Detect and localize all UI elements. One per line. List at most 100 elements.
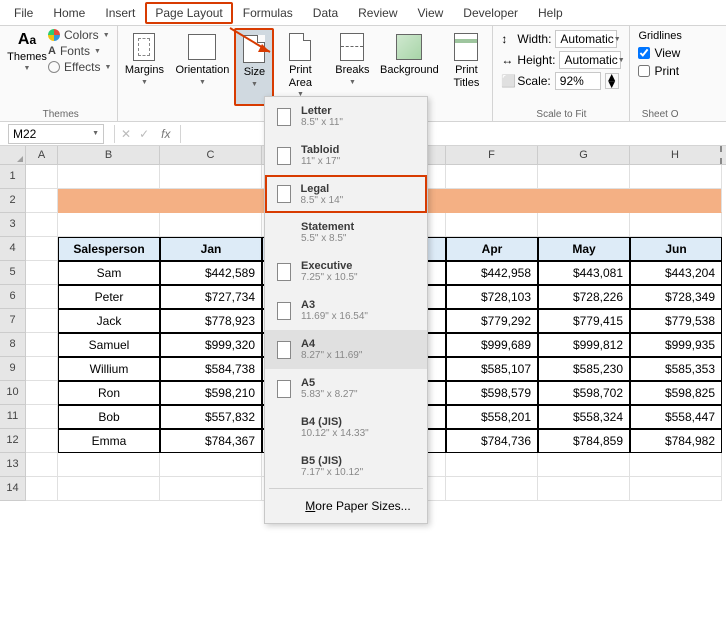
cell[interactable]: $784,736 bbox=[446, 429, 538, 453]
cell[interactable]: Jack bbox=[58, 309, 160, 333]
effects-button[interactable]: Effects▼ bbox=[48, 60, 111, 74]
cell[interactable]: Ron bbox=[58, 381, 160, 405]
cell[interactable]: $443,204 bbox=[630, 261, 722, 285]
cell[interactable] bbox=[26, 261, 58, 285]
paper-size-a3[interactable]: A311.69" x 16.54" bbox=[265, 291, 427, 330]
cell[interactable]: $728,349 bbox=[630, 285, 722, 309]
height-select[interactable]: Automatic▼ bbox=[559, 51, 621, 69]
paper-size-legal[interactable]: Legal8.5" x 14" bbox=[265, 175, 427, 213]
menu-view[interactable]: View bbox=[408, 2, 454, 24]
row-header[interactable]: 11 bbox=[0, 405, 26, 429]
cell[interactable] bbox=[58, 213, 160, 237]
cell[interactable]: $999,320 bbox=[160, 333, 262, 357]
cell[interactable] bbox=[160, 189, 262, 213]
cell[interactable]: $598,579 bbox=[446, 381, 538, 405]
select-all[interactable] bbox=[0, 146, 26, 164]
cell[interactable] bbox=[446, 165, 538, 189]
cell[interactable]: $728,226 bbox=[538, 285, 630, 309]
col-header-B[interactable]: B bbox=[58, 146, 160, 164]
cell[interactable] bbox=[26, 477, 58, 501]
cell[interactable]: $443,081 bbox=[538, 261, 630, 285]
cell[interactable]: $778,923 bbox=[160, 309, 262, 333]
row-header[interactable]: 14 bbox=[0, 477, 26, 501]
col-header-F[interactable]: F bbox=[446, 146, 538, 164]
cell[interactable]: Peter bbox=[58, 285, 160, 309]
breaks-button[interactable]: Breaks ▼ bbox=[326, 28, 378, 106]
cell[interactable]: Willium bbox=[58, 357, 160, 381]
scale-input[interactable]: 92% bbox=[555, 72, 601, 90]
menu-developer[interactable]: Developer bbox=[453, 2, 528, 24]
cell[interactable] bbox=[26, 357, 58, 381]
cell[interactable]: Salesperson bbox=[58, 237, 160, 261]
cell[interactable]: Bob bbox=[58, 405, 160, 429]
fonts-button[interactable]: AFonts▼ bbox=[48, 44, 111, 58]
cell[interactable] bbox=[26, 189, 58, 213]
cell[interactable]: $598,825 bbox=[630, 381, 722, 405]
cell[interactable] bbox=[160, 213, 262, 237]
cell[interactable] bbox=[26, 285, 58, 309]
cell[interactable] bbox=[538, 477, 630, 501]
cell[interactable]: Jan bbox=[160, 237, 262, 261]
cell[interactable]: Emma bbox=[58, 429, 160, 453]
col-header-C[interactable]: C bbox=[160, 146, 262, 164]
cell[interactable] bbox=[26, 405, 58, 429]
cell[interactable] bbox=[630, 165, 722, 189]
row-header[interactable]: 13 bbox=[0, 453, 26, 477]
name-box[interactable]: M22▼ bbox=[8, 124, 104, 144]
col-header-A[interactable]: A bbox=[26, 146, 58, 164]
cell[interactable]: $779,292 bbox=[446, 309, 538, 333]
row-header[interactable]: 9 bbox=[0, 357, 26, 381]
cell[interactable]: $585,353 bbox=[630, 357, 722, 381]
row-header[interactable]: 12 bbox=[0, 429, 26, 453]
cell[interactable]: $999,812 bbox=[538, 333, 630, 357]
size-button[interactable]: Size ▼ bbox=[234, 28, 274, 106]
paper-size-tabloid[interactable]: Tabloid11" x 17" bbox=[265, 136, 427, 175]
cell[interactable]: $999,935 bbox=[630, 333, 722, 357]
menu-data[interactable]: Data bbox=[303, 2, 348, 24]
cell[interactable]: $779,538 bbox=[630, 309, 722, 333]
row-header[interactable]: 3 bbox=[0, 213, 26, 237]
cell[interactable] bbox=[58, 189, 160, 213]
row-header[interactable]: 6 bbox=[0, 285, 26, 309]
cell[interactable]: $598,702 bbox=[538, 381, 630, 405]
cell[interactable]: Sam bbox=[58, 261, 160, 285]
cell[interactable] bbox=[26, 165, 58, 189]
cell[interactable] bbox=[58, 165, 160, 189]
menu-help[interactable]: Help bbox=[528, 2, 573, 24]
cell[interactable]: Jun bbox=[630, 237, 722, 261]
cell[interactable] bbox=[538, 189, 630, 213]
cell[interactable] bbox=[446, 189, 538, 213]
row-header[interactable]: 5 bbox=[0, 261, 26, 285]
menu-review[interactable]: Review bbox=[348, 2, 407, 24]
cell[interactable]: $558,447 bbox=[630, 405, 722, 429]
more-paper-sizes[interactable]: More Paper Sizes... bbox=[265, 491, 427, 523]
view-checkbox[interactable]: View bbox=[638, 46, 681, 60]
cell[interactable]: $784,859 bbox=[538, 429, 630, 453]
row-header[interactable]: 2 bbox=[0, 189, 26, 213]
cell[interactable] bbox=[26, 381, 58, 405]
cell[interactable]: $442,958 bbox=[446, 261, 538, 285]
cell[interactable]: Samuel bbox=[58, 333, 160, 357]
cell[interactable] bbox=[630, 477, 722, 501]
orientation-button[interactable]: Orientation ▼ bbox=[170, 28, 234, 106]
cell[interactable] bbox=[538, 213, 630, 237]
print-area-button[interactable]: Print Area ▼ bbox=[274, 28, 326, 106]
paper-size-statement[interactable]: Statement5.5" x 8.5" bbox=[265, 213, 427, 252]
menu-home[interactable]: Home bbox=[43, 2, 95, 24]
paper-size-b5-jis-[interactable]: B5 (JIS)7.17" x 10.12" bbox=[265, 447, 427, 486]
cell[interactable]: $728,103 bbox=[446, 285, 538, 309]
cell[interactable]: $999,689 bbox=[446, 333, 538, 357]
paper-size-a4[interactable]: A48.27" x 11.69" bbox=[265, 330, 427, 369]
cell[interactable]: $585,230 bbox=[538, 357, 630, 381]
row-header[interactable]: 1 bbox=[0, 165, 26, 189]
cell[interactable]: $585,107 bbox=[446, 357, 538, 381]
cell[interactable] bbox=[26, 213, 58, 237]
cell[interactable] bbox=[630, 213, 722, 237]
cell[interactable] bbox=[26, 309, 58, 333]
cell[interactable] bbox=[160, 453, 262, 477]
paper-size-letter[interactable]: Letter8.5" x 11" bbox=[265, 97, 427, 136]
col-header-G[interactable]: G bbox=[538, 146, 630, 164]
cell[interactable] bbox=[26, 453, 58, 477]
cell[interactable]: $558,201 bbox=[446, 405, 538, 429]
cell[interactable] bbox=[446, 213, 538, 237]
